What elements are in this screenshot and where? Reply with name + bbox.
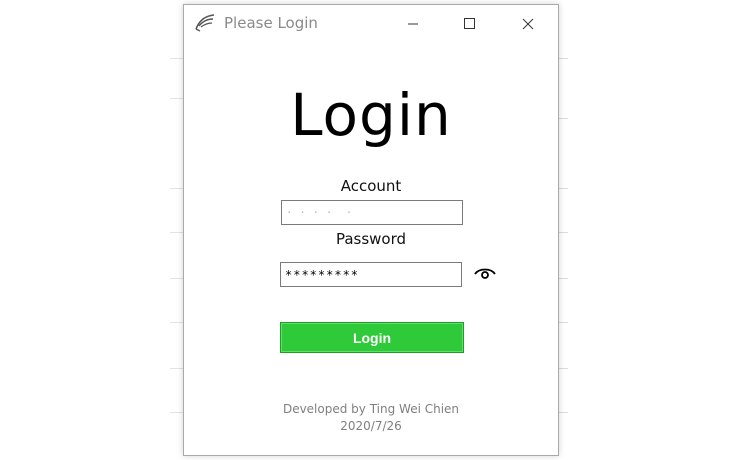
- feather-logo-icon: [194, 13, 216, 33]
- maximize-button[interactable]: [446, 5, 492, 43]
- minimize-button[interactable]: [390, 5, 436, 43]
- account-label: Account: [340, 177, 402, 195]
- developer-credit: Developed by Ting Wei Chien: [282, 402, 460, 416]
- title-bar[interactable]: Please Login: [184, 5, 558, 43]
- window-title: Please Login: [224, 14, 318, 32]
- password-input[interactable]: [280, 262, 462, 287]
- maximize-icon: [464, 18, 475, 29]
- login-heading: Login: [290, 81, 452, 149]
- close-icon: [522, 18, 534, 30]
- release-date: 2020/7/26: [340, 419, 402, 433]
- login-button[interactable]: Login: [280, 322, 464, 353]
- close-button[interactable]: [504, 5, 550, 43]
- password-label: Password: [335, 230, 407, 248]
- minimize-icon: [408, 23, 418, 25]
- account-input[interactable]: [281, 200, 463, 225]
- background-app-left-edge: [170, 0, 184, 460]
- eye-icon[interactable]: [474, 265, 496, 283]
- login-window: Please Login Login Account Password Log: [183, 4, 559, 456]
